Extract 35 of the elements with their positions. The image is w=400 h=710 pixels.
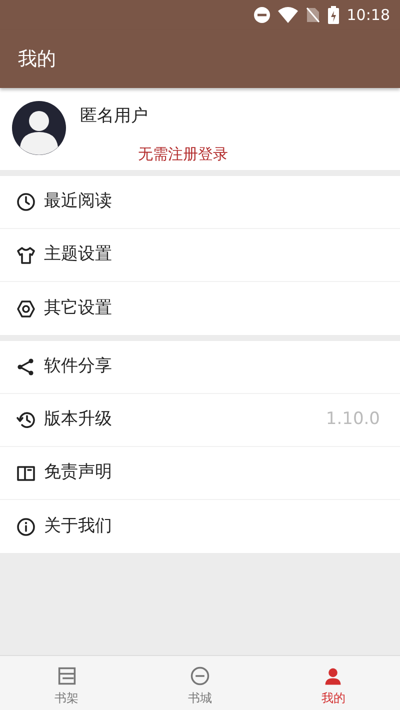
avatar-icon [12, 101, 66, 155]
menu-label: 软件分享 [44, 355, 113, 378]
login-hint: 无需注册登录 [138, 144, 228, 165]
bookshelf-icon [56, 664, 78, 686]
menu-label: 主题设置 [44, 243, 113, 266]
book-icon [16, 463, 36, 483]
history-icon [16, 410, 36, 430]
info-icon [16, 516, 36, 536]
menu-label: 免责声明 [44, 461, 113, 484]
menu-item[interactable]: 主题设置 [0, 229, 400, 282]
no-sim-icon [306, 7, 320, 23]
nav-tab[interactable]: 我的 [266, 656, 400, 710]
menu-item[interactable]: 版本升级 1.10.0 [0, 394, 400, 447]
version-number: 1.10.0 [326, 408, 380, 432]
hexagon-icon [16, 298, 36, 318]
menu-item[interactable]: 关于我们 [0, 500, 400, 553]
menu-item[interactable]: 软件分享 [0, 341, 400, 394]
menu-item[interactable]: 最近阅读 [0, 176, 400, 229]
share-icon [16, 357, 36, 377]
menu-item[interactable]: 其它设置 [0, 282, 400, 335]
shirt-icon [16, 245, 36, 265]
menu-label: 最近阅读 [44, 190, 113, 214]
menu-label: 关于我们 [44, 514, 113, 538]
app-title: 我的 [18, 46, 56, 72]
nav-tab[interactable]: 书架 [0, 656, 134, 710]
nav-tab[interactable]: 书城 [133, 656, 267, 710]
battery-icon [328, 6, 339, 24]
menu-label: 其它设置 [44, 296, 113, 320]
wifi-icon [278, 7, 298, 23]
user-name: 匿名用户 [80, 105, 148, 128]
menu-item[interactable]: 免责声明 [0, 447, 400, 500]
menu-label: 版本升级 [44, 408, 113, 432]
do-not-disturb-icon [254, 7, 270, 23]
clock-icon [16, 192, 36, 212]
clock-time: 10:18 [346, 4, 390, 26]
